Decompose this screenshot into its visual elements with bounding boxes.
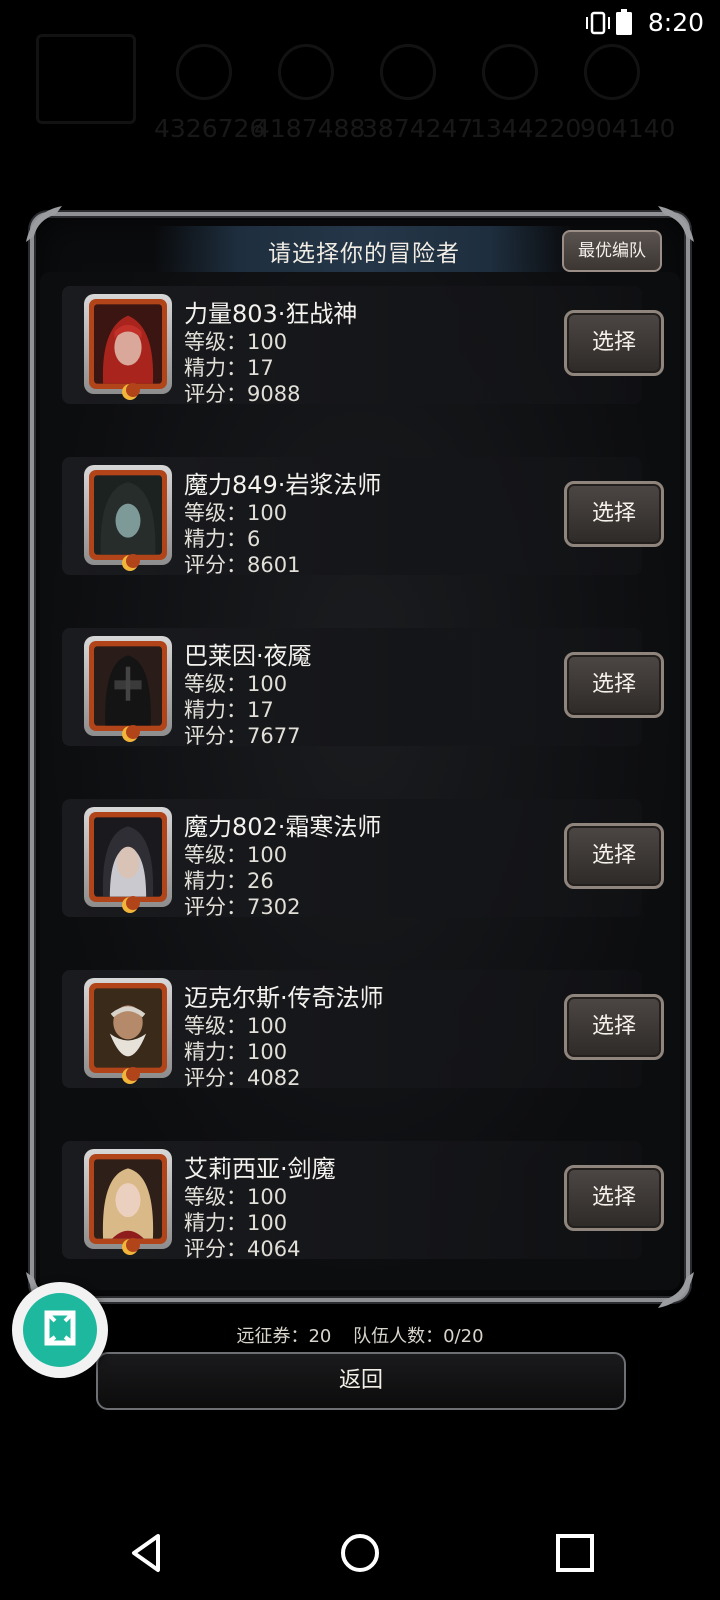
status-time: 8:20 (647, 8, 704, 37)
moon-badge-icon (122, 383, 140, 400)
hero-portrait-frame (84, 978, 172, 1084)
moon-badge-icon (122, 896, 140, 913)
best-team-button[interactable]: 最优编队 (562, 230, 662, 272)
hero-portrait-frame (84, 807, 172, 913)
hero-portrait-frame (84, 1149, 172, 1255)
select-button[interactable]: 选择 (564, 481, 664, 547)
hero-name: 魔力849·岩浆法师 (184, 471, 382, 499)
blonde-swordswoman-portrait-icon (94, 1159, 162, 1239)
hooded-mage-portrait-icon (94, 475, 162, 555)
hero-card: 迈克尔斯·传奇法师 等级：100 精力：100 评分：4082 选择 (62, 970, 664, 1090)
hero-portrait-frame (84, 465, 172, 571)
bg-value: 904140 (580, 114, 676, 143)
back-button[interactable]: 返回 (96, 1352, 626, 1410)
floating-assistant-inner (23, 1293, 97, 1367)
select-button[interactable]: 选择 (564, 823, 664, 889)
moon-badge-icon (122, 554, 140, 571)
moon-badge-icon (122, 725, 140, 742)
hero-score: 评分：7302 (184, 895, 301, 919)
hero-portrait-frame (84, 294, 172, 400)
moon-badge-icon (122, 1238, 140, 1255)
hero-name: 艾莉西亚·剑魔 (184, 1155, 336, 1183)
bg-value: 4187488 (254, 114, 366, 143)
party-count: 队伍人数：0/20 (353, 1326, 484, 1347)
corner-ornament-icon (658, 1272, 694, 1308)
select-button[interactable]: 选择 (564, 1165, 664, 1231)
hero-card: 艾莉西亚·剑魔 等级：100 精力：100 评分：4064 选择 (62, 1141, 664, 1261)
recents-square-icon[interactable] (552, 1530, 598, 1576)
bg-slot (36, 34, 136, 124)
battery-icon (616, 9, 632, 35)
adventurer-select-dialog: 请选择你的冒险者 最优编队 力量803·狂战神 等级：100 精力：17 评分：… (26, 206, 694, 1308)
bg-slot (482, 44, 538, 100)
ticket-count: 远征券：20 (236, 1326, 332, 1347)
expedition-info: 远征券：20 队伍人数：0/20 (0, 1322, 720, 1348)
dialog-background (40, 272, 680, 1290)
frost-mage-portrait-icon (94, 817, 162, 897)
bg-value: 3874247 (362, 114, 474, 143)
hero-name: 迈克尔斯·传奇法师 (184, 984, 384, 1012)
back-triangle-icon[interactable] (124, 1530, 170, 1576)
hero-score: 评分：7677 (184, 724, 301, 748)
hero-score: 评分：4064 (184, 1237, 301, 1261)
floating-assistant-button[interactable] (12, 1282, 108, 1378)
hero-card: 巴莱因·夜魇 等级：100 精力：17 评分：7677 选择 (62, 628, 664, 748)
select-button[interactable]: 选择 (564, 310, 664, 376)
hero-name: 巴莱因·夜魇 (184, 642, 312, 670)
home-circle-icon[interactable] (337, 1530, 383, 1576)
bg-slot (380, 44, 436, 100)
bg-value: 1344220 (470, 114, 582, 143)
background-hud: 4326726 4187488 3874247 1344220 904140 (26, 34, 706, 144)
hero-name: 力量803·狂战神 (184, 300, 358, 328)
old-wizard-portrait-icon (94, 988, 162, 1068)
bg-slot (278, 44, 334, 100)
hero-score: 评分：8601 (184, 553, 301, 577)
hero-card: 魔力849·岩浆法师 等级：100 精力：6 评分：8601 选择 (62, 457, 664, 577)
hero-card: 魔力802·霜寒法师 等级：100 精力：26 评分：7302 选择 (62, 799, 664, 919)
bg-slot (584, 44, 640, 100)
system-nav-bar (0, 1508, 720, 1600)
select-button[interactable]: 选择 (564, 994, 664, 1060)
cube-icon (44, 1310, 76, 1346)
hero-name: 魔力802·霜寒法师 (184, 813, 382, 841)
moon-badge-icon (122, 1067, 140, 1084)
hero-score: 评分：4082 (184, 1066, 301, 1090)
red-haired-warrior-portrait-icon (94, 304, 162, 384)
vibrate-icon (586, 11, 610, 35)
select-button[interactable]: 选择 (564, 652, 664, 718)
hero-portrait-frame (84, 636, 172, 742)
hero-score: 评分：9088 (184, 382, 301, 406)
bg-slot (176, 44, 232, 100)
hero-card: 力量803·狂战神 等级：100 精力：17 评分：9088 选择 (62, 286, 664, 406)
bg-value: 4326726 (154, 114, 266, 143)
masked-assassin-portrait-icon (94, 646, 162, 726)
